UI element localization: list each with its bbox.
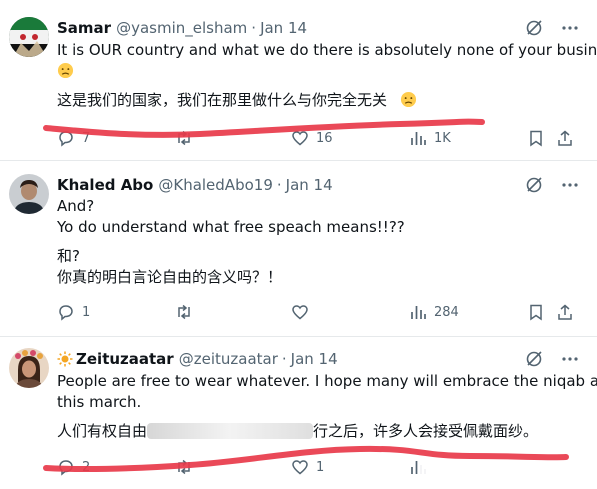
bookmark-icon: [530, 304, 542, 321]
tweet-text: It is OUR country and what we do there i…: [57, 40, 597, 111]
tweet-text: And? Yo do understand what free speach m…: [57, 196, 405, 288]
retweet-icon: [178, 304, 190, 320]
tweet-line: Yo do understand what free speach means!…: [57, 218, 405, 236]
separator-dot: ·: [251, 19, 257, 37]
like-icon: [292, 131, 308, 146]
views-count: 284: [434, 304, 459, 320]
share-button[interactable]: [556, 129, 574, 147]
like-count: 16: [316, 130, 333, 146]
reply-count: 7: [82, 130, 91, 146]
like-button[interactable]: [291, 303, 309, 321]
tweet-line: It is OUR country and what we do there i…: [57, 41, 597, 59]
avatar[interactable]: [9, 17, 49, 57]
tweet-line: 这是我们的国家，我们在那里做什么与你完全无关: [57, 90, 597, 111]
sun-icon: [57, 351, 73, 367]
frown-emoji-icon: [57, 62, 74, 79]
tweet-line-text: 人们有权自由: [57, 422, 148, 440]
tweet-text: People are free to wear whatever. I hope…: [57, 371, 597, 442]
tweet-line: [57, 61, 597, 82]
separator-dot: ·: [276, 176, 282, 194]
tweet-1[interactable]: Samar @yasmin_elsham · Jan 14 It is OUR …: [0, 0, 597, 160]
tweet-header: Khaled Abo @KhaledAbo19 · Jan 14: [57, 176, 333, 194]
tweet-3[interactable]: Zeituzaatar @zeituzaatar · Jan 14 People…: [0, 337, 597, 489]
tweet-line: 你真的明白言论自由的含义吗？！: [57, 268, 283, 286]
views-button[interactable]: 284: [409, 303, 459, 321]
display-name[interactable]: Samar: [57, 19, 111, 37]
bookmark-button[interactable]: [527, 129, 545, 147]
display-name[interactable]: Zeituzaatar: [76, 350, 174, 368]
tweet-line: And?: [57, 197, 95, 215]
views-count: 1K: [434, 130, 451, 146]
tweet-line-text: 行之后，许多人会接受佩戴面纱。: [313, 422, 539, 440]
retweet-button[interactable]: [175, 458, 193, 476]
tweet-top-actions: [525, 19, 579, 37]
tweet-line: this march.: [57, 393, 142, 411]
reply-button[interactable]: 2: [57, 458, 90, 476]
like-icon: [292, 305, 308, 320]
share-icon: [558, 130, 572, 146]
like-count: 1: [316, 459, 325, 475]
avatar[interactable]: [9, 348, 49, 388]
tweet-line: 人们有权自由 行之后，许多人会接受佩戴面纱。: [57, 421, 597, 442]
tweet-actions: 1 284: [57, 303, 579, 325]
like-icon: [292, 460, 308, 475]
avatar[interactable]: [9, 174, 49, 214]
like-button[interactable]: 1: [291, 458, 324, 476]
reply-icon: [59, 131, 73, 147]
grok-icon[interactable]: [525, 176, 543, 194]
user-handle[interactable]: @zeituzaatar: [179, 350, 278, 368]
reply-count: 2: [82, 459, 91, 475]
reply-count: 1: [82, 304, 91, 320]
tweet-top-actions: [525, 176, 579, 194]
reply-icon: [59, 460, 73, 476]
bookmark-icon: [530, 130, 542, 147]
share-icon: [558, 304, 572, 320]
reply-icon: [59, 305, 73, 321]
more-icon[interactable]: [561, 176, 579, 194]
reply-button[interactable]: 1: [57, 303, 90, 321]
frown-emoji-icon: [400, 91, 416, 108]
views-button[interactable]: 1K: [409, 129, 451, 147]
retweet-button[interactable]: [175, 303, 193, 321]
timestamp[interactable]: Jan 14: [291, 350, 338, 368]
user-handle[interactable]: @KhaledAbo19: [158, 176, 273, 194]
views-icon: [411, 306, 426, 319]
retweet-icon: [178, 130, 190, 146]
tweet-line: 和?: [57, 247, 80, 265]
tweet-header: Zeituzaatar @zeituzaatar · Jan 14: [57, 350, 338, 368]
tweet-top-actions: [525, 350, 579, 368]
display-name[interactable]: Khaled Abo: [57, 176, 153, 194]
tweet-2[interactable]: Khaled Abo @KhaledAbo19 · Jan 14 And? Yo…: [0, 161, 597, 336]
retweet-icon: [178, 459, 190, 475]
tweet-header: Samar @yasmin_elsham · Jan 14: [57, 19, 307, 37]
grok-icon[interactable]: [525, 350, 543, 368]
retweet-button[interactable]: [175, 129, 193, 147]
tweet-line: People are free to wear whatever. I hope…: [57, 372, 597, 390]
more-icon[interactable]: [561, 19, 579, 37]
timestamp[interactable]: Jan 14: [286, 176, 333, 194]
like-button[interactable]: 16: [291, 129, 333, 147]
timestamp[interactable]: Jan 14: [260, 19, 307, 37]
grok-icon[interactable]: [525, 19, 543, 37]
blurred-redaction: [147, 423, 314, 439]
user-handle[interactable]: @yasmin_elsham: [116, 19, 247, 37]
blurred-redaction: [420, 454, 570, 480]
reply-button[interactable]: 7: [57, 129, 90, 147]
bookmark-button[interactable]: [527, 303, 545, 321]
views-icon: [411, 132, 426, 145]
more-icon[interactable]: [561, 350, 579, 368]
share-button[interactable]: [556, 303, 574, 321]
tweet-actions: 7 16 1K: [57, 129, 579, 151]
tweet-line-text: 这是我们的国家，我们在那里做什么与你完全无关: [57, 91, 388, 109]
separator-dot: ·: [281, 350, 287, 368]
